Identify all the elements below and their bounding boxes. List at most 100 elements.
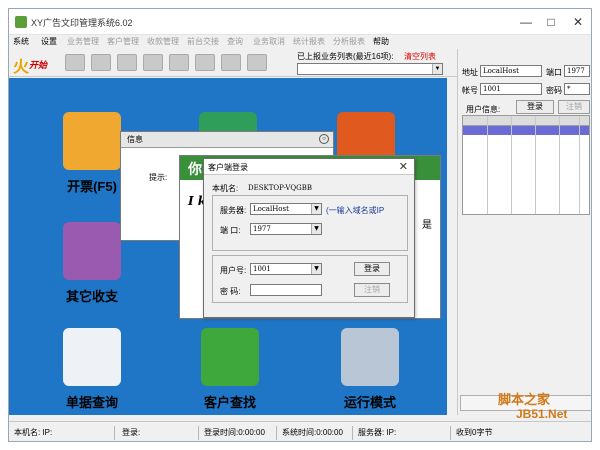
tile-customer-search[interactable]: 客户查找 — [175, 328, 285, 411]
grid-column-divider — [579, 116, 580, 214]
tile-run-mode-label: 运行模式 — [343, 395, 396, 410]
tile-other-payments-label: 其它收支 — [65, 289, 118, 304]
maximize-button[interactable]: □ — [540, 12, 562, 32]
server-value: LocalHost — [253, 205, 289, 213]
user-number-dropdown[interactable]: 1001 ▼ — [250, 263, 322, 275]
menu-handover[interactable]: 前台交接 — [187, 36, 219, 47]
status-bar: 本机名: IP: 登录: 登录时间:0:00:00 系统时间:0:00:00 服… — [9, 421, 591, 441]
panel-login-button[interactable]: 登录 — [516, 100, 554, 114]
grid-header — [463, 116, 589, 126]
clear-list-link[interactable]: 清空列表 — [404, 51, 436, 62]
user-info-grid — [462, 115, 590, 215]
chevron-down-icon[interactable]: ▼ — [311, 204, 321, 214]
customer-icon — [201, 328, 259, 386]
tile-customer-search-label: 客户查找 — [203, 395, 256, 410]
menu-customers[interactable]: 客户管理 — [107, 36, 139, 47]
tile-run-mode[interactable]: 运行模式 — [315, 328, 425, 411]
machine-name-value: DESKTOP-VQGBB — [248, 184, 313, 192]
menu-settings[interactable]: 设置 — [41, 36, 57, 47]
server-label: 服务器: — [220, 206, 247, 215]
address-label: 地址 — [462, 68, 478, 77]
recent-tasks-dropdown[interactable]: ▼ — [297, 63, 443, 75]
status-login-time: 登录时间:0:00:00 — [201, 426, 277, 440]
gears-icon — [341, 328, 399, 386]
tile-document-query-label: 单据查询 — [65, 395, 118, 410]
user-number-value: 1001 — [253, 265, 271, 273]
watermark-url: JB51.Net — [516, 407, 568, 421]
background-dialog-side-text: 是 — [422, 220, 432, 231]
account-label: 帐号 — [462, 86, 478, 95]
account-field[interactable]: 1001 — [480, 83, 542, 95]
grid-column-divider — [487, 116, 488, 214]
grid-column-divider — [511, 116, 512, 214]
status-machine: 本机名: IP: — [11, 426, 115, 440]
password-field[interactable]: * — [564, 83, 590, 95]
background-dialog-heading: 你 — [188, 161, 202, 177]
port-dialog-label: 端 口: — [220, 226, 241, 235]
server-hint: (一输入域名或IP — [326, 206, 385, 215]
address-field[interactable]: LocalHost — [480, 65, 542, 77]
server-dropdown[interactable]: LocalHost ▼ — [250, 203, 322, 215]
window-title: XY广告文印管理系统6.02 — [31, 18, 133, 28]
logout-button[interactable]: 注销 — [354, 283, 390, 297]
chevron-down-icon[interactable]: ▼ — [311, 264, 321, 274]
status-server: 服务器: IP: — [355, 426, 451, 440]
port-dropdown[interactable]: 1977 ▼ — [250, 223, 322, 235]
dialog-password-field[interactable] — [250, 284, 322, 296]
toolbar: 火 开始 已上报业务列表(最近16项): 清空列表 ▼ — [9, 49, 457, 77]
grid-column-divider — [535, 116, 536, 214]
chevron-down-icon[interactable]: ▼ — [432, 64, 442, 74]
close-button[interactable]: ✕ — [567, 12, 589, 32]
menu-business[interactable]: 业务管理 — [67, 36, 99, 47]
tile-document-query[interactable]: 单据查询 — [37, 328, 147, 411]
payment-tool-icon[interactable] — [117, 54, 137, 71]
grid-column-divider — [559, 116, 560, 214]
connection-panel: 地址 LocalHost 端口 1977 帐号 1001 密码 * 用户信息: … — [457, 49, 591, 421]
port-label: 端口 — [546, 68, 562, 77]
billing-tool-icon[interactable] — [65, 54, 85, 71]
login-dialog-close-icon[interactable]: ✕ — [399, 160, 408, 173]
panel-logout-button[interactable]: 注销 — [558, 100, 590, 114]
menu-query[interactable]: 查询 — [227, 36, 243, 47]
house-tool-icon[interactable] — [143, 54, 163, 71]
user-number-label: 用户号: — [220, 266, 247, 275]
minimize-button[interactable]: — — [515, 12, 537, 32]
dialog-password-label: 密 码: — [220, 287, 241, 296]
info-dialog-prompt: 提示: — [149, 173, 168, 182]
info-dialog-title: 信息 — [127, 135, 143, 144]
menu-system[interactable]: 系统 — [13, 36, 29, 47]
status-system-time: 系统时间:0:00:00 — [279, 426, 353, 440]
info-dialog-header: 信息 ○ — [121, 132, 333, 148]
app-window: XY广告文印管理系统6.02 — □ ✕ 系统 设置 业务管理 客户管理 收款管… — [8, 8, 592, 442]
report-tool-icon[interactable] — [247, 54, 267, 71]
port-field[interactable]: 1977 — [564, 65, 590, 77]
app-icon — [15, 16, 27, 28]
login-dialog-header: 客户端登录 ✕ — [204, 159, 414, 175]
login-button[interactable]: 登录 — [354, 262, 390, 276]
transfer-arrows-icon — [63, 222, 121, 280]
start-label: 开始 — [29, 60, 48, 70]
title-bar: XY广告文印管理系统6.02 — □ ✕ — [9, 9, 591, 35]
status-login: 登录: — [119, 426, 199, 440]
magnifier-icon — [63, 328, 121, 386]
client-login-dialog: 客户端登录 ✕ 本机名: DESKTOP-VQGBB 服务器: LocalHos… — [203, 158, 415, 318]
user-tool-icon[interactable] — [195, 54, 215, 71]
document-tool-icon[interactable] — [91, 54, 111, 71]
menu-help[interactable]: 帮助 — [373, 36, 389, 47]
start-button[interactable]: 火 开始 — [13, 53, 57, 76]
start-flame-icon: 火 — [13, 57, 30, 76]
chart-tool-icon[interactable] — [221, 54, 241, 71]
info-dialog-close-icon[interactable]: ○ — [319, 134, 329, 144]
menu-analysis-reports[interactable]: 分析报表 — [333, 36, 365, 47]
chevron-down-icon[interactable]: ▼ — [311, 224, 321, 234]
menu-cancel-business[interactable]: 业务取消 — [253, 36, 285, 47]
menu-stat-reports[interactable]: 统计报表 — [293, 36, 325, 47]
grid-selected-row[interactable] — [463, 126, 589, 135]
status-received: 收到0字节 — [456, 428, 493, 437]
watermark-text: 脚本之家 — [498, 392, 551, 407]
user-info-label: 用户信息: — [466, 105, 501, 114]
printer-icon — [63, 112, 121, 170]
menu-payments[interactable]: 收款管理 — [147, 36, 179, 47]
login-dialog-title: 客户端登录 — [208, 163, 248, 172]
customer-tool-icon[interactable] — [169, 54, 189, 71]
